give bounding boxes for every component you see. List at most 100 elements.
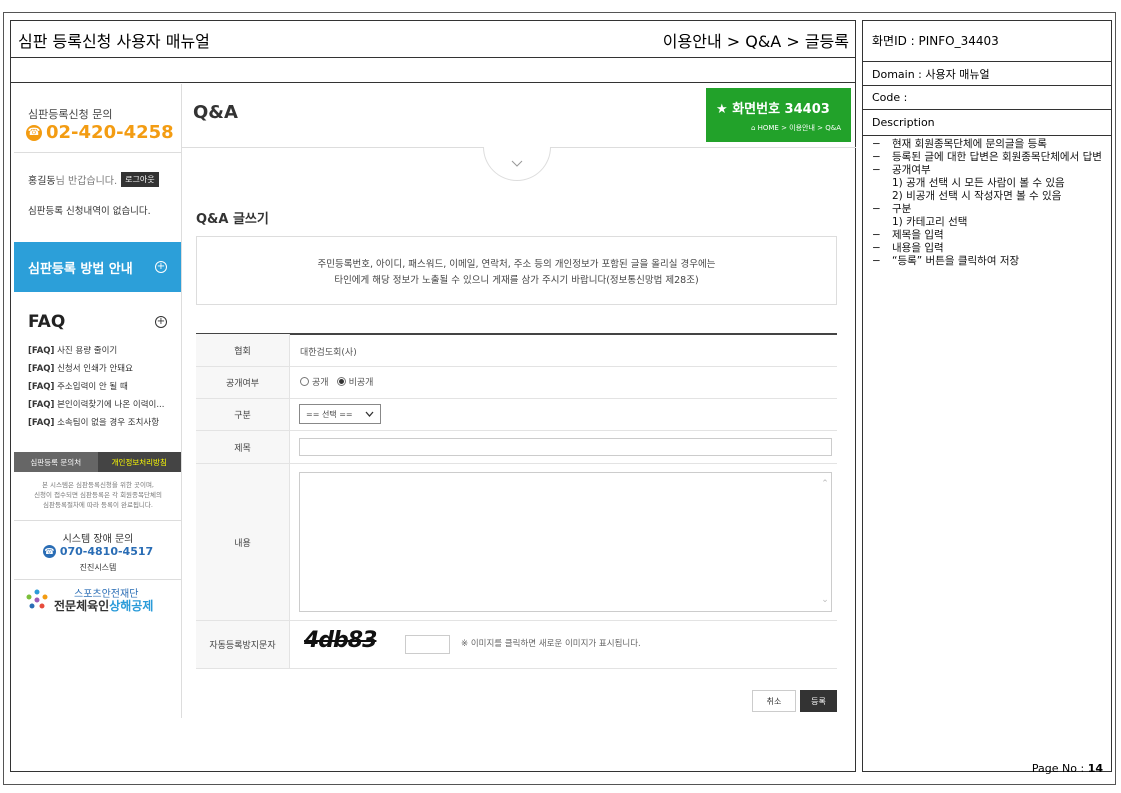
row-divider <box>196 463 837 464</box>
notice-line: 심판등록절차에 따라 등록이 완료됩니다. <box>43 501 153 509</box>
chevron-down-icon <box>365 411 374 417</box>
tab-contact[interactable]: 심판등록 문의처 <box>14 452 98 472</box>
user-greeting: 홍길동님 반갑습니다. 로그아웃 <box>28 172 159 187</box>
page-value: 14 <box>1087 762 1103 775</box>
description-subitem: 1) 카테고리 선택 <box>892 216 968 228</box>
radio-public[interactable]: 공개 <box>300 375 329 388</box>
notice-line: 신청이 접수되면 심판등록은 각 회원종목단체의 <box>34 491 162 499</box>
radio-checked-icon <box>336 377 346 386</box>
radio-public-label: 공개 <box>312 378 329 388</box>
faq-item[interactable]: [FAQ] 주소입력이 안 될 때 <box>28 378 178 396</box>
phone-icon: ☎ <box>42 545 56 558</box>
domain-row: Domain : 사용자 매뉴얼 <box>862 62 1112 86</box>
faq-item[interactable]: [FAQ] 소속팀이 없을 경우 조치사항 <box>28 414 178 432</box>
faq-tag: [FAQ] <box>28 418 55 428</box>
faq-item[interactable]: [FAQ] 신청서 인쇄가 안돼요 <box>28 360 178 378</box>
stars-logo-icon <box>26 589 48 609</box>
radio-icon <box>300 377 309 386</box>
row-divider <box>196 620 837 621</box>
title-label: 제목 <box>196 431 290 463</box>
submit-button[interactable]: 등록 <box>800 690 837 712</box>
faq-list: [FAQ] 사진 용량 줄이기 [FAQ] 신청서 인쇄가 안돼요 [FAQ] … <box>28 342 178 432</box>
description-label: Description <box>862 110 1112 136</box>
plus-circle-icon: + <box>155 261 167 273</box>
system-support-label: 시스템 장애 문의 <box>62 534 134 545</box>
faq-tag: [FAQ] <box>28 364 55 374</box>
scrollbar[interactable]: ⌃ ⌄ <box>821 479 829 605</box>
form-top-border <box>196 333 837 335</box>
screen-number-badge: ★ 화면번호 34403 ⌂ HOME > 이용안내 > Q&A <box>706 88 851 142</box>
description-subitem: 2) 비공개 선택 시 작성자면 볼 수 있음 <box>892 190 1062 202</box>
content-label: 내용 <box>196 464 290 620</box>
faq-item[interactable]: [FAQ] 사진 용량 줄이기 <box>28 342 178 360</box>
captcha-hint: ※ 이미지를 클릭하면 새로운 이미지가 표시됩니다. <box>461 639 641 649</box>
title-input[interactable] <box>299 438 832 456</box>
row-divider <box>196 366 837 367</box>
description-item: 공개여부 <box>872 164 1108 177</box>
notice-line: 본 시스템은 심판등록신청을 위한 곳이며, <box>42 481 154 489</box>
logo-tagline-a: 전문체육인 <box>54 599 110 613</box>
cancel-button[interactable]: 취소 <box>752 690 796 712</box>
code-row: Code : <box>862 86 1112 110</box>
description-item: 제목을 입력 <box>872 229 1108 242</box>
system-company: 진진시스템 <box>79 563 117 572</box>
description-item: 등록된 글에 대한 답변은 회원종목단체에서 답변 <box>872 151 1108 164</box>
row-divider <box>196 398 837 399</box>
assoc-value: 대한검도회(사) <box>300 348 357 358</box>
form-title: Q&A 글쓰기 <box>196 212 269 227</box>
description-item: “등록” 버튼을 클릭하여 저장 <box>872 255 1108 268</box>
category-select[interactable]: == 선택 == <box>299 404 381 424</box>
description-item: 현재 회원종목단체에 문의글을 등록 <box>872 138 1108 151</box>
contact-phone-number: 02-420-4258 <box>46 122 174 143</box>
privacy-notice: 주민등록번호, 아이디, 패스워드, 이메일, 연락처, 주소 등의 개인정보가… <box>196 236 837 305</box>
captcha-image[interactable]: 4db83 <box>304 628 377 653</box>
captcha-label: 자동등록방지문자 <box>196 621 290 668</box>
screen-id: 화면ID : PINFO_34403 <box>862 20 1112 62</box>
divider <box>14 579 182 580</box>
faq-tag: [FAQ] <box>28 382 55 392</box>
badge-crumb-text: HOME > 이용안내 > Q&A <box>757 124 841 132</box>
tab-privacy-policy[interactable]: 개인정보처리방침 <box>97 452 181 472</box>
radio-private[interactable]: 비공개 <box>336 375 374 388</box>
description-list: 현재 회원종목단체에 문의글을 등록 등록된 글에 대한 답변은 회원종목단체에… <box>872 138 1108 268</box>
foundation-logo[interactable]: 스포츠안전재단 전문체육인상해공제 <box>24 588 153 614</box>
chevron-up-icon: ⌃ <box>821 479 829 489</box>
logo-tagline-b: 상해공제 <box>109 599 154 613</box>
system-notice: 본 시스템은 심판등록신청을 위한 곳이며, 신청이 접수되면 심판등록은 각 … <box>18 480 178 510</box>
page-title: Q&A <box>193 102 238 123</box>
faq-more-icon[interactable]: + <box>155 316 167 328</box>
faq-item-label: 주소입력이 안 될 때 <box>57 382 128 392</box>
system-support-phone: ☎ 070-4810-4517 <box>14 545 182 558</box>
greeting-suffix: 님 반갑습니다. <box>55 176 118 187</box>
faq-item-label: 사진 용량 줄이기 <box>57 346 118 356</box>
page-label: Page No : <box>1031 762 1085 775</box>
system-phone-number: 070-4810-4517 <box>59 545 154 558</box>
captcha-input[interactable] <box>405 635 450 654</box>
logout-button[interactable]: 로그아웃 <box>121 172 159 187</box>
manual-breadcrumb: 이용안내 > Q&A > 글등록 <box>662 32 849 51</box>
chevron-down-icon: ⌄ <box>821 595 829 605</box>
category-select-value: == 선택 == <box>306 409 353 419</box>
public-label: 공개여부 <box>196 367 290 398</box>
sidebar-tabs: 심판등록 문의처 개인정보처리방침 <box>14 452 181 472</box>
faq-item-label: 소속팀이 없을 경우 조치사항 <box>57 418 160 428</box>
phone-icon: ☎ <box>26 124 42 141</box>
contact-label: 심판등록신청 문의 <box>28 108 113 121</box>
row-divider <box>196 668 837 669</box>
content-textarea[interactable]: ⌃ ⌄ <box>299 472 832 612</box>
faq-tag: [FAQ] <box>28 346 55 356</box>
badge-breadcrumb: ⌂ HOME > 이용안내 > Q&A <box>750 124 841 132</box>
guide-label: 심판등록 방법 안내 <box>28 261 133 277</box>
faq-item-label: 신청서 인쇄가 안돼요 <box>57 364 133 374</box>
description-item: 구분 <box>872 203 1108 216</box>
application-status: 심판등록 신청내역이 없습니다. <box>28 206 151 217</box>
faq-item[interactable]: [FAQ] 본인이력찾기에 나온 이력이... <box>28 396 178 414</box>
assoc-label: 협회 <box>196 334 290 366</box>
page-number: Page No : 14 <box>1032 762 1103 775</box>
visibility-radios: 공개 비공개 <box>300 375 381 388</box>
logo-tagline: 전문체육인상해공제 <box>54 600 153 613</box>
radio-private-label: 비공개 <box>348 378 374 388</box>
registration-guide-button[interactable]: 심판등록 방법 안내 + <box>14 242 181 292</box>
divider <box>14 520 182 521</box>
notice-line: 주민등록번호, 아이디, 패스워드, 이메일, 연락처, 주소 등의 개인정보가… <box>317 259 716 270</box>
